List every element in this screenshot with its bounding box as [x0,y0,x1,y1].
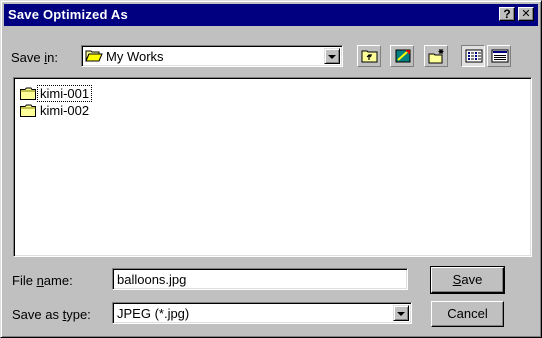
chevron-down-icon[interactable] [324,48,340,64]
close-button[interactable]: ✕ [518,7,534,21]
save-button[interactable]: Save [430,266,505,294]
help-button[interactable]: ? [499,7,515,21]
save-in-dropdown[interactable]: My Works [81,45,343,67]
file-name: kimi-001 [36,85,93,102]
chevron-down-icon[interactable] [393,305,409,321]
save-dialog: Save Optimized As ? ✕ Save in: My Works [0,0,542,338]
folder-icon [20,104,36,120]
save-as-type-label: Save as type: [12,307,91,322]
file-name: kimi-002 [40,103,90,118]
save-as-type-value: JPEG (*.jpg) [117,306,190,321]
create-new-folder-button[interactable] [424,45,448,67]
save-as-type-dropdown[interactable]: JPEG (*.jpg) [112,302,412,324]
save-in-label: Save in: [11,50,58,65]
list-view-button[interactable] [461,45,485,67]
file-list[interactable]: kimi-001 kimi-002 [13,77,532,257]
up-one-level-button[interactable] [357,45,381,67]
dialog-title: Save Optimized As [8,7,128,22]
folder-icon [20,87,36,103]
cancel-button[interactable]: Cancel [431,301,504,327]
title-bar[interactable]: Save Optimized As ? ✕ [4,4,538,26]
open-folder-icon [85,49,103,66]
file-name-label: File name: [12,273,73,288]
save-in-value: My Works [106,49,164,64]
desktop-button[interactable] [390,45,414,67]
file-name-input[interactable]: balloons.jpg [112,268,408,290]
details-view-button[interactable] [487,45,511,67]
file-name-value: balloons.jpg [117,272,187,287]
